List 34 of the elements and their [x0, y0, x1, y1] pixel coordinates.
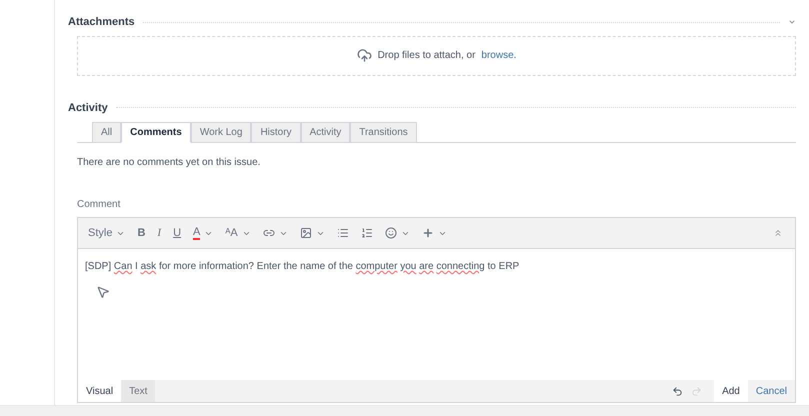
add-button[interactable]: Add [714, 380, 748, 402]
activity-tab[interactable]: All [92, 122, 122, 143]
browse-link[interactable]: browse. [481, 48, 516, 63]
comment-text: [SDP] Can I ask for more information? Enter the name of the computer you are connecting to ERP [85, 261, 520, 272]
image-icon [300, 227, 312, 239]
activity-tab[interactable]: Work Log [190, 122, 252, 143]
field-label: Comment [77, 198, 122, 212]
numbered-list-icon [360, 227, 373, 239]
cursor-icon [96, 285, 110, 299]
drop-zone[interactable]: Drop files to attach, or browse. [77, 36, 796, 76]
text-size-button[interactable]: ᴬA [219, 224, 257, 242]
activity-tab[interactable]: History [251, 122, 301, 143]
comment-input[interactable]: [SDP] Can I ask for more information? Enter the name of the computer you are connecting to ERP [78, 249, 795, 380]
italic-button[interactable]: I [151, 224, 168, 242]
editor-mode-tab[interactable]: Text [121, 380, 156, 402]
link-icon [262, 227, 275, 239]
cancel-link[interactable]: Cancel [748, 384, 795, 398]
empty-message: There are no comments yet on this issue. [77, 156, 262, 170]
activity-tab[interactable]: Transitions [350, 122, 417, 143]
style-dropdown[interactable]: Style [82, 224, 132, 242]
underline-button[interactable]: U [167, 224, 188, 242]
plus-icon [422, 227, 434, 239]
collapse-icon[interactable] [773, 228, 783, 238]
section-title: Activity [68, 100, 108, 116]
text-color-button[interactable]: A [187, 226, 220, 240]
activity-tab[interactable]: Comments [121, 122, 191, 143]
drop-text: Drop files to attach, or [378, 49, 476, 63]
smiley-icon [384, 227, 397, 239]
bold-button[interactable]: B [131, 224, 152, 242]
section-title: Attachments [68, 15, 135, 30]
activity-tab[interactable]: Activity [300, 122, 350, 143]
editor-mode-tab[interactable]: Visual [78, 380, 122, 402]
upload-icon [356, 48, 372, 63]
undo-icon[interactable] [672, 386, 684, 396]
